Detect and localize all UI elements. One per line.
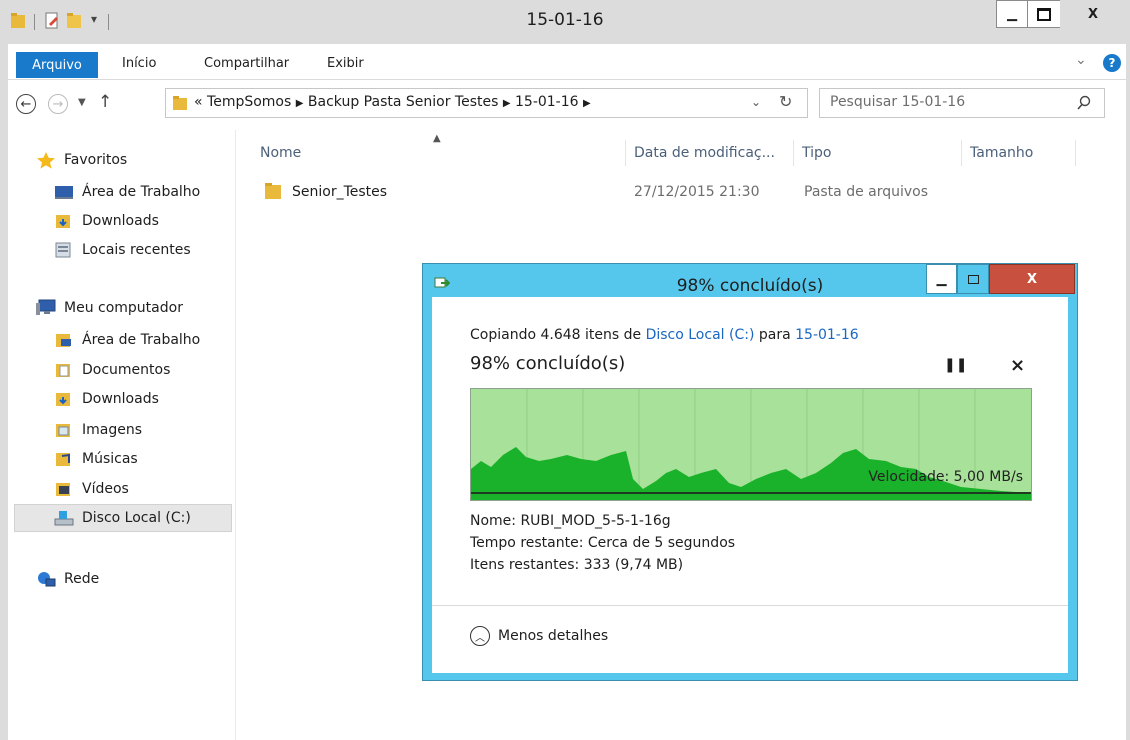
- downloads-folder-icon: [56, 393, 70, 406]
- minimize-icon: ▁: [1007, 6, 1017, 22]
- tab-compartilhar[interactable]: Compartilhar: [204, 56, 289, 71]
- up-button[interactable]: ↑: [98, 92, 112, 112]
- address-bar[interactable]: « TempSomos ▶ Backup Pasta Senior Testes…: [165, 88, 808, 118]
- sidebar-item-pictures[interactable]: Imagens: [54, 418, 142, 442]
- less-details-button[interactable]: ︿ Menos detalhes: [470, 623, 608, 649]
- sidebar-item-recent[interactable]: Locais recentes: [54, 238, 191, 262]
- maximize-button[interactable]: [1027, 0, 1061, 28]
- search-placeholder: Pesquisar 15-01-16: [830, 94, 966, 110]
- chevron-right-icon[interactable]: ▶: [296, 98, 304, 109]
- sidebar-item-music[interactable]: Músicas: [54, 447, 138, 471]
- column-header-modified[interactable]: Data de modificaç...: [626, 140, 794, 166]
- copy-summary: Copiando 4.648 itens de Disco Local (C:)…: [470, 327, 859, 343]
- close-icon: ×: [1010, 355, 1026, 376]
- desktop-folder-icon: [56, 334, 71, 347]
- videos-folder-icon: [56, 483, 70, 496]
- close-icon: X: [1087, 6, 1099, 22]
- desktop-icon: [55, 186, 73, 199]
- help-icon[interactable]: ?: [1103, 54, 1121, 72]
- cancel-copy-button[interactable]: ×: [1010, 355, 1025, 376]
- close-button[interactable]: X: [1060, 0, 1126, 28]
- music-folder-icon: [56, 453, 70, 466]
- dialog-minimize-button[interactable]: ▁: [926, 264, 957, 294]
- search-box[interactable]: Pesquisar 15-01-16: [819, 88, 1105, 118]
- folder-icon: [173, 96, 187, 110]
- tab-arquivo[interactable]: Arquivo: [16, 52, 98, 78]
- drive-icon: [54, 511, 74, 526]
- sidebar-item-downloads-pc[interactable]: Downloads: [54, 387, 159, 411]
- sidebar-computer[interactable]: Meu computador: [36, 296, 183, 320]
- sidebar-favorites[interactable]: Favoritos: [36, 148, 127, 172]
- sidebar-item-local-disk[interactable]: Disco Local (C:): [54, 506, 191, 530]
- copy-progress-dialog: 98% concluído(s) ▁ X Copiando 4.648 iten…: [422, 263, 1078, 681]
- dialog-divider: [432, 605, 1068, 606]
- file-type: Pasta de arquivos: [804, 184, 929, 200]
- dialog-body: Copiando 4.648 itens de Disco Local (C:)…: [432, 297, 1068, 673]
- maximize-icon: [967, 274, 979, 284]
- time-remaining: Tempo restante: Cerca de 5 segundos: [470, 535, 736, 551]
- close-icon: X: [1026, 271, 1038, 287]
- folder-icon: [265, 183, 281, 199]
- sidebar-item-documents[interactable]: Documentos: [54, 358, 170, 382]
- tab-inicio[interactable]: Início: [122, 56, 156, 71]
- tab-exibir[interactable]: Exibir: [327, 56, 364, 71]
- sidebar-item-desktop-pc[interactable]: Área de Trabalho: [54, 328, 200, 352]
- file-modified: 27/12/2015 21:30: [634, 184, 760, 200]
- downloads-folder-icon: [56, 215, 70, 228]
- pause-icon: ❚❚: [944, 357, 968, 373]
- pictures-folder-icon: [56, 424, 70, 437]
- breadcrumb-item-current[interactable]: 15-01-16: [515, 94, 579, 110]
- source-link[interactable]: Disco Local (C:): [646, 327, 755, 343]
- back-button[interactable]: ←: [16, 94, 36, 114]
- column-header-type[interactable]: Tipo: [794, 140, 962, 166]
- progress-percent: 98% concluído(s): [470, 353, 626, 374]
- address-dropdown-icon[interactable]: ⌄: [751, 95, 761, 109]
- dialog-close-button[interactable]: X: [989, 264, 1075, 294]
- breadcrumb: « TempSomos ▶ Backup Pasta Senior Testes…: [194, 94, 591, 110]
- breadcrumb-item-tempsomos[interactable]: TempSomos: [207, 94, 291, 110]
- network-icon: [38, 572, 56, 587]
- star-icon: [37, 152, 55, 169]
- minimize-button[interactable]: ▁: [996, 0, 1028, 28]
- table-row[interactable]: Senior_Testes 27/12/2015 21:30 Pasta de …: [260, 178, 960, 206]
- breadcrumb-overflow[interactable]: «: [194, 94, 203, 110]
- sidebar-item-downloads[interactable]: Downloads: [54, 209, 159, 233]
- recent-locations-icon[interactable]: ▼: [78, 97, 86, 108]
- transfer-speed-graph: Velocidade: 5,00 MB/s: [470, 388, 1032, 501]
- chevron-right-icon[interactable]: ▶: [583, 98, 591, 109]
- documents-folder-icon: [56, 364, 70, 377]
- expand-ribbon-icon[interactable]: ⌄: [1075, 52, 1087, 68]
- ribbon-tabs: Arquivo Início Compartilhar Exibir ⌄ ?: [8, 44, 1126, 80]
- refresh-icon[interactable]: ↻: [779, 92, 792, 111]
- forward-button[interactable]: →: [48, 94, 68, 114]
- sidebar-network[interactable]: Rede: [36, 567, 99, 591]
- items-remaining: Itens restantes: 333 (9,74 MB): [470, 557, 684, 573]
- window-title: 15-01-16: [526, 10, 604, 30]
- pause-button[interactable]: ❚❚: [944, 357, 967, 373]
- breadcrumb-item-backup[interactable]: Backup Pasta Senior Testes: [308, 94, 498, 110]
- sidebar-divider: [235, 130, 236, 740]
- chevron-up-icon: ︿: [470, 626, 490, 646]
- destination-link[interactable]: 15-01-16: [795, 327, 859, 343]
- speed-label: Velocidade: 5,00 MB/s: [868, 469, 1023, 485]
- sidebar-item-desktop[interactable]: Área de Trabalho: [54, 180, 200, 204]
- title-bar: ▾ 15-01-16 ▁ X: [0, 0, 1130, 44]
- file-name: Senior_Testes: [292, 184, 388, 200]
- chevron-right-icon[interactable]: ▶: [503, 98, 511, 109]
- maximize-icon: [1037, 7, 1051, 21]
- sidebar-item-videos[interactable]: Vídeos: [54, 477, 129, 501]
- column-header-name[interactable]: Nome: [252, 140, 626, 166]
- recent-places-icon: [55, 242, 71, 258]
- current-file-name: Nome: RUBI_MOD_5-5-1-16g: [470, 513, 671, 529]
- dialog-maximize-button[interactable]: [957, 264, 989, 294]
- computer-icon: [36, 299, 56, 315]
- search-icon[interactable]: [1076, 95, 1092, 111]
- column-header-size[interactable]: Tamanho: [962, 140, 1076, 166]
- minimize-icon: ▁: [936, 271, 947, 287]
